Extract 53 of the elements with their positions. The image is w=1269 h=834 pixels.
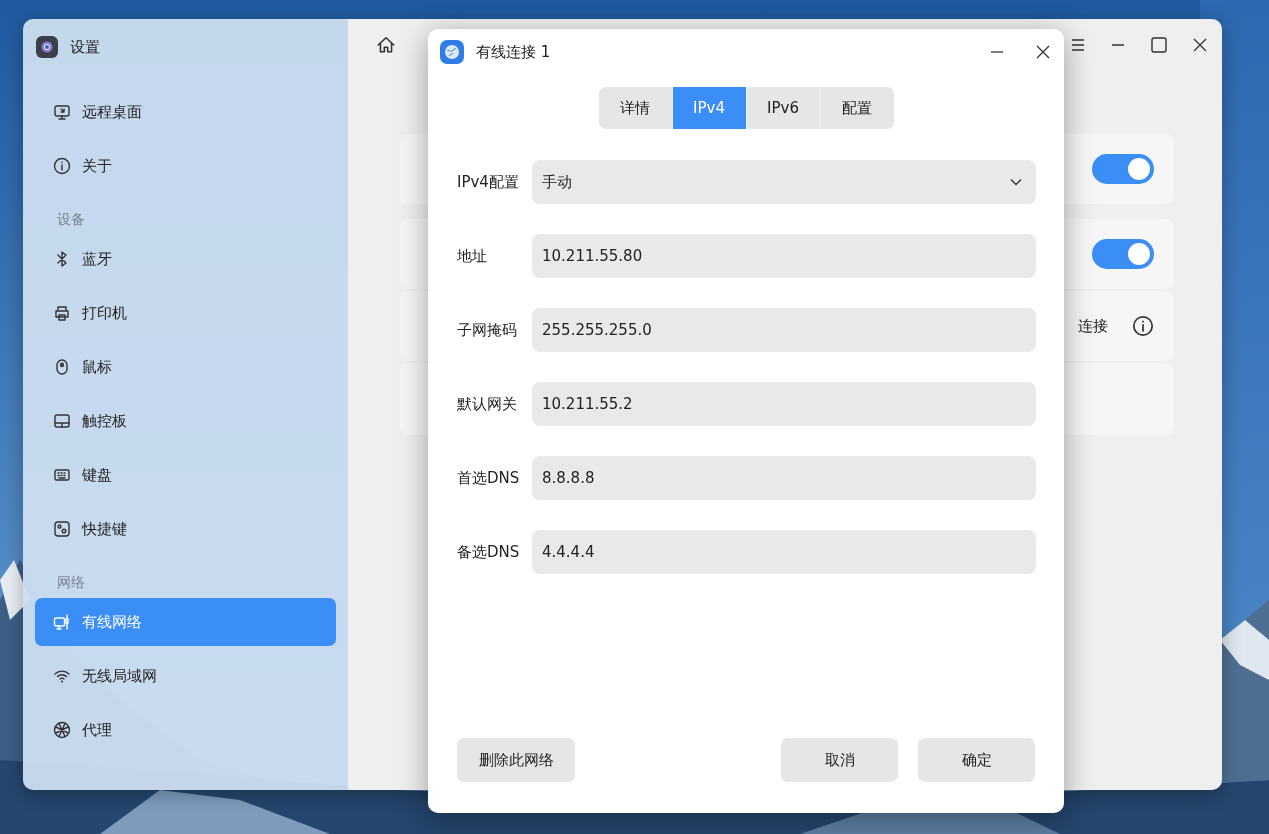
keyboard-icon xyxy=(53,466,71,484)
close-icon[interactable] xyxy=(1192,37,1208,53)
network-globe-icon xyxy=(440,40,464,64)
tab[interactable]: 配置 xyxy=(819,87,894,129)
section-header: 网络 xyxy=(56,573,86,592)
menu-icon[interactable] xyxy=(1070,37,1086,53)
field-label: 子网掩码 xyxy=(457,320,518,340)
toggle-switch[interactable] xyxy=(1092,239,1154,269)
remote-desktop-icon xyxy=(53,103,71,121)
info-icon xyxy=(53,157,71,175)
input-field[interactable]: 255.255.255.0 xyxy=(532,308,1036,352)
sidebar-item[interactable]: 触控板 xyxy=(35,397,336,445)
dialog-title: 有线连接 1 xyxy=(476,42,551,62)
chevron-down-icon xyxy=(1010,178,1022,186)
window-title: 设置 xyxy=(70,37,100,57)
field-label: 默认网关 xyxy=(457,394,518,414)
field-label: 地址 xyxy=(457,246,488,266)
settings-app-icon xyxy=(36,36,58,58)
section-header: 设备 xyxy=(56,210,86,229)
proxy-icon xyxy=(53,721,71,739)
sidebar-item[interactable]: 键盘 xyxy=(35,451,336,499)
dialog-button[interactable]: 取消 xyxy=(781,738,898,782)
sidebar-item[interactable]: 打印机 xyxy=(35,289,336,337)
close-icon[interactable] xyxy=(1036,45,1050,59)
sidebar-item[interactable]: 远程桌面 xyxy=(35,88,336,136)
input-field[interactable]: 8.8.8.8 xyxy=(532,456,1036,500)
input-field[interactable]: 10.211.55.80 xyxy=(532,234,1036,278)
sidebar-item[interactable]: 关于 xyxy=(35,142,336,190)
sidebar-item[interactable]: 代理 xyxy=(35,706,336,754)
printer-icon xyxy=(53,304,71,322)
dialog-button[interactable]: 确定 xyxy=(918,738,1035,782)
dialog-button[interactable]: 删除此网络 xyxy=(457,738,575,782)
input-field[interactable]: 10.211.55.2 xyxy=(532,382,1036,426)
maximize-icon[interactable] xyxy=(1150,36,1168,54)
sidebar-item[interactable]: 快捷键 xyxy=(35,505,336,553)
field-label: 首选DNS xyxy=(457,468,521,488)
tab[interactable]: 详情 xyxy=(598,87,672,129)
home-icon[interactable] xyxy=(376,35,396,55)
tab[interactable]: IPv6 xyxy=(745,87,820,129)
touchpad-icon xyxy=(53,412,71,430)
sidebar-item[interactable]: 鼠标 xyxy=(35,343,336,391)
sidebar-item[interactable]: 无线局域网 xyxy=(35,652,336,700)
dropdown[interactable]: 手动 xyxy=(532,160,1036,204)
field-label: IPv4配置 xyxy=(457,172,520,192)
toggle-switch[interactable] xyxy=(1092,154,1154,184)
field-label: 备选DNS xyxy=(457,542,521,562)
wired-network-icon xyxy=(53,613,71,631)
card-label: 连接 xyxy=(1078,316,1108,336)
shortcut-icon xyxy=(53,520,71,538)
sidebar-item[interactable]: 蓝牙 xyxy=(35,235,336,283)
input-field[interactable]: 4.4.4.4 xyxy=(532,530,1036,574)
mouse-icon xyxy=(53,358,71,376)
info-icon[interactable] xyxy=(1132,315,1154,337)
